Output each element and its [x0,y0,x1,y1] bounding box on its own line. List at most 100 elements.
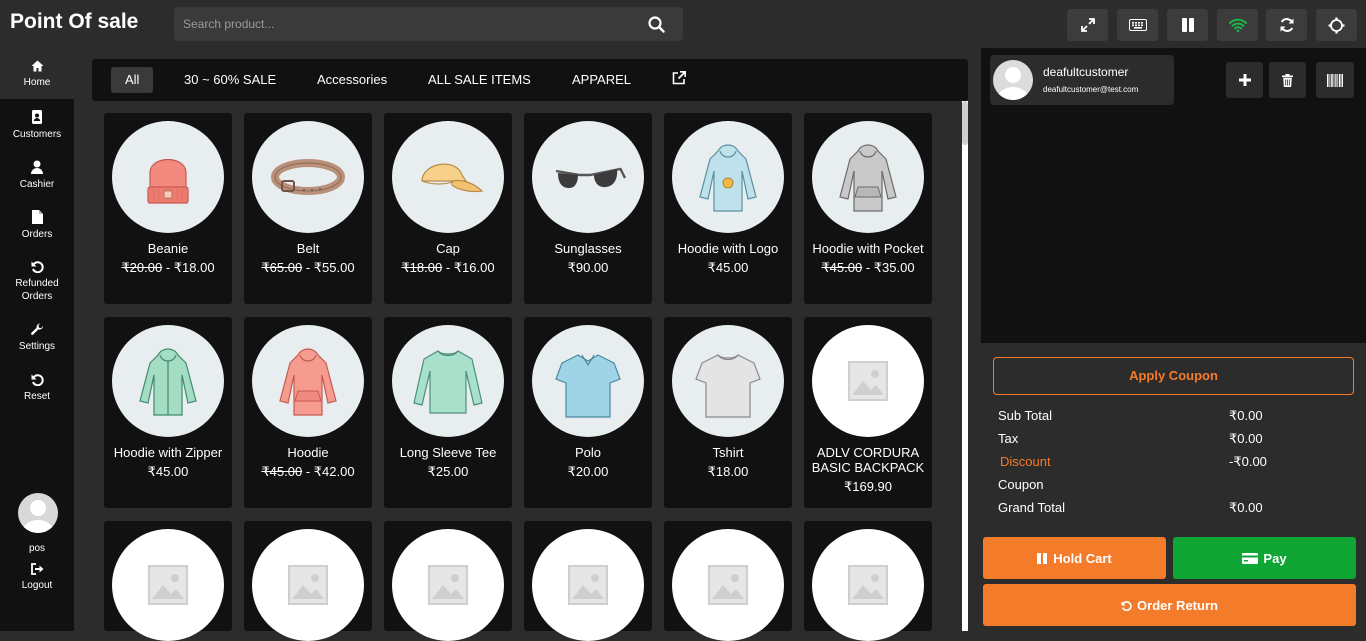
product-card[interactable] [664,521,792,641]
hold-cart-label: Hold Cart [1053,550,1112,566]
sidebar-item-customers[interactable]: Customers [0,110,74,141]
hold-cart-button[interactable]: Hold Cart [983,537,1166,579]
discount-link[interactable]: Discount [1000,454,1051,469]
keyboard-button[interactable] [1117,9,1158,41]
product-card[interactable]: Long Sleeve Tee ₹25.00 [384,317,512,508]
cart-summary: Apply Coupon Sub Total ₹0.00 Tax ₹0.00 D… [981,343,1366,631]
product-card[interactable]: Polo ₹20.00 [524,317,652,508]
product-card[interactable] [804,521,932,641]
sidebar-item-cashier[interactable]: Cashier [0,160,74,191]
external-link-icon[interactable] [672,71,686,85]
sidebar-item-label: Reset [23,391,51,402]
category-tab[interactable]: ALL SALE ITEMS [414,67,545,93]
settings-button[interactable] [1316,9,1357,41]
sale-price: ₹42.00 [313,464,355,479]
product-name: Hoodie with Pocket [812,241,924,256]
product-name: Sunglasses [554,241,622,256]
category-bar: All 30 ~ 60% SALE Accessories ALL SALE I… [92,59,968,101]
product-price: ₹18.00 [707,464,749,479]
fullscreen-button[interactable] [1067,9,1108,41]
category-tab[interactable]: APPAREL [558,67,645,93]
barcode-button[interactable] [1316,62,1354,98]
sidebar-item-settings[interactable]: Settings [0,323,74,353]
product-image [812,121,924,233]
product-price: ₹45.00 - ₹35.00 [821,260,915,275]
sidebar-item-label: Cashier [19,179,55,190]
product-image [672,325,784,437]
product-image [112,325,224,437]
sidebar-item-label: Refunded Orders [15,278,59,302]
product-card[interactable] [104,521,232,641]
tshirt-image [695,354,761,418]
hoodie-zipper-image [139,348,197,416]
plus-icon [1238,74,1251,86]
search-input[interactable] [174,7,683,41]
product-name: ADLV CORDURA BASIC BACKPACK [811,445,925,475]
discount-value: -₹0.00 [1229,454,1267,469]
product-card[interactable] [244,521,372,641]
image-placeholder-icon [148,565,188,605]
product-card[interactable]: Hoodie with Logo ₹45.00 [664,113,792,304]
long-sleeve-tee-image [413,350,483,414]
sale-price: ₹16.00 [453,260,495,275]
product-card[interactable]: Hoodie with Zipper ₹45.00 [104,317,232,508]
logout-button[interactable]: Logout [0,563,74,592]
product-card[interactable]: Hoodie with Pocket ₹45.00 - ₹35.00 [804,113,932,304]
order-return-button[interactable]: Order Return [983,584,1356,626]
product-area: All 30 ~ 60% SALE Accessories ALL SALE I… [74,51,981,641]
customer-selector[interactable]: deafultcustomer deafultcustomer@test.com [990,55,1174,105]
sale-price: ₹55.00 [313,260,355,275]
product-card[interactable]: Belt ₹65.00 - ₹55.00 [244,113,372,304]
user-name: pos [28,543,46,554]
file-icon [31,210,43,224]
product-price: ₹25.00 [427,464,469,479]
undo-icon [31,261,44,273]
product-image [112,529,224,641]
cart-panel: deafultcustomer deafultcustomer@test.com… [981,48,1366,631]
add-customer-button[interactable] [1226,62,1263,98]
product-name: Belt [296,241,320,256]
keyboard-icon [1128,19,1147,31]
logout-label: Logout [21,580,53,591]
product-image [252,325,364,437]
product-card[interactable]: Tshirt ₹18.00 [664,317,792,508]
product-card[interactable]: Beanie ₹20.00 - ₹18.00 [104,113,232,304]
category-tab[interactable]: Accessories [303,67,401,93]
apply-coupon-button[interactable]: Apply Coupon [993,357,1354,395]
scrollbar-thumb[interactable] [962,101,968,145]
wifi-status-button[interactable] [1217,9,1258,41]
product-price: ₹20.00 - ₹18.00 [121,260,215,275]
product-image [392,529,504,641]
sidebar-item-refunded-orders[interactable]: Refunded Orders [0,260,74,303]
pause-button[interactable] [1167,9,1208,41]
clear-cart-button[interactable] [1269,62,1306,98]
product-card[interactable]: Hoodie ₹45.00 - ₹42.00 [244,317,372,508]
product-card[interactable] [524,521,652,641]
order-return-label: Order Return [1137,597,1218,613]
product-image [672,121,784,233]
sidebar-item-orders[interactable]: Orders [0,210,74,241]
product-card[interactable] [384,521,512,641]
product-card[interactable]: ADLV CORDURA BASIC BACKPACK ₹169.90 [804,317,932,508]
product-card[interactable]: Sunglasses ₹90.00 [524,113,652,304]
category-tab[interactable]: All [111,67,154,93]
category-tab[interactable]: 30 ~ 60% SALE [170,67,290,93]
product-name: Tshirt [712,445,744,460]
sync-button[interactable] [1266,9,1307,41]
old-price: ₹65.00 [261,260,303,275]
tax-label: Tax [998,431,1019,446]
search-icon[interactable] [648,16,665,33]
image-placeholder-icon [848,361,888,401]
sunglasses-image [555,167,627,188]
product-card[interactable]: Cap ₹18.00 - ₹16.00 [384,113,512,304]
pay-button[interactable]: Pay [1173,537,1356,579]
subtotal-value: ₹0.00 [1229,408,1263,423]
sidebar-item-home[interactable]: Home [0,51,74,99]
scrollbar-track[interactable] [962,101,968,631]
user-avatar-icon [22,500,54,533]
product-price: ₹65.00 - ₹55.00 [261,260,355,275]
old-price: ₹18.00 [401,260,443,275]
expand-icon [1080,18,1095,32]
avatar[interactable] [18,493,58,533]
sidebar-item-reset[interactable]: Reset [0,373,74,403]
